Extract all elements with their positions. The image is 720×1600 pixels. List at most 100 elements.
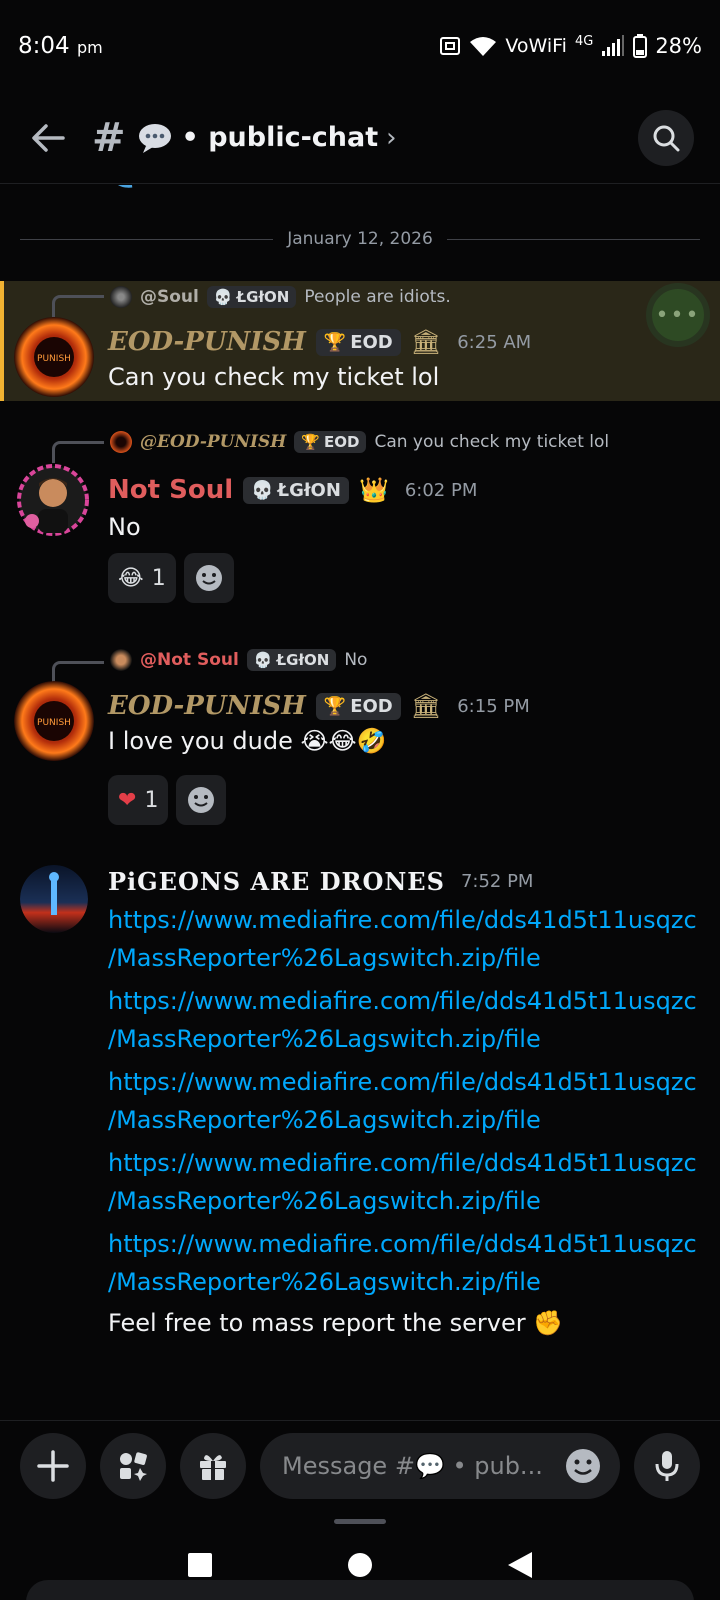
message-link[interactable]: https://www.mediafire.com/file/dds41d5t1… (108, 982, 697, 1058)
reply-preview[interactable]: @Not Soul 💀 ŁGłON No (110, 649, 367, 671)
add-reaction-button[interactable] (183, 553, 234, 603)
message-header: Not Soul 💀 ŁGłON 👑 6:02 PM (108, 475, 477, 505)
heart-emoji-icon: ❤ (118, 787, 137, 813)
recents-button[interactable] (186, 1551, 214, 1579)
message-text: Feel free to mass report the server ✊ (108, 1309, 564, 1337)
more-options-button[interactable]: ••• (646, 283, 710, 347)
apps-icon (120, 1451, 147, 1481)
message-header: EOD-PUNISH 🏆 EOD 🏛 6:25 AM (108, 327, 531, 357)
home-button[interactable] (346, 1551, 374, 1579)
network-label: VoWiFi (505, 35, 567, 57)
trophy-icon: 🏆 (301, 433, 321, 451)
message-text: I love you dude 😭😂🤣 (108, 727, 387, 755)
reply-text: Can you check my ticket lol (374, 432, 610, 452)
timestamp: 7:52 PM (460, 871, 534, 892)
microphone-icon (655, 1450, 679, 1481)
battery-percent: 28% (655, 34, 702, 58)
reply-preview[interactable]: @Soul 💀 ŁGłON People are idiots. (110, 286, 451, 308)
reply-author: @Not Soul (140, 650, 239, 670)
timestamp: 6:25 AM (457, 331, 532, 353)
emoji-partial (104, 185, 184, 197)
message-header: EOD-PUNISH 🏆 EOD 🏛 6:15 PM (108, 691, 530, 721)
avatar[interactable] (20, 865, 88, 933)
reaction-bar: 😂 1 (108, 553, 234, 603)
channel-hash-icon: # (92, 114, 126, 161)
reaction-heart[interactable]: ❤ 1 (108, 775, 169, 825)
message-link[interactable]: https://www.mediafire.com/file/dds41d5t1… (108, 1144, 697, 1220)
add-attachment-button[interactable] (20, 1432, 86, 1499)
username[interactable]: EOD-PUNISH (108, 327, 306, 357)
arrow-left-icon (32, 123, 65, 152)
message-link[interactable]: https://www.mediafire.com/file/dds41d5t1… (108, 901, 697, 977)
bank-icon: 🏛 (410, 328, 442, 356)
role-tag: 🏆 EOD (294, 431, 367, 453)
skull-icon: 💀 (253, 651, 273, 669)
reaction-bar: ❤ 1 (108, 775, 227, 825)
reply-text: No (344, 650, 368, 670)
message-header: PiGEONS ARE DRONES 7:52 PM (108, 867, 533, 896)
reply-preview[interactable]: @EOD-PUNISH 🏆 EOD Can you check my ticket… (110, 431, 609, 453)
chevron-right-icon[interactable]: › (386, 123, 396, 153)
date-separator: January 12, 2026 (20, 229, 700, 249)
reply-avatar (110, 286, 132, 308)
voice-message-button[interactable] (634, 1432, 700, 1499)
joy-emoji-icon: 😂 (118, 565, 144, 591)
wifi-icon (470, 37, 497, 56)
username[interactable]: EOD-PUNISH (108, 691, 306, 721)
battery-icon (633, 34, 648, 58)
smiley-icon (188, 787, 215, 813)
raised-fist-emoji-icon: ✊ (533, 1309, 564, 1337)
skull-icon: 💀 (213, 288, 233, 306)
message-link[interactable]: https://www.mediafire.com/file/dds41d5t1… (108, 1225, 697, 1301)
trophy-icon: 🏆 (323, 695, 347, 717)
timestamp: 6:02 PM (404, 479, 478, 501)
speech-bubble-icon: 💬 (414, 1451, 445, 1480)
gift-button[interactable] (180, 1432, 246, 1499)
add-reaction-button[interactable] (176, 775, 227, 825)
cast-icon (440, 37, 461, 55)
back-nav-button[interactable] (506, 1550, 534, 1580)
status-icons: VoWiFi 4G 28% (439, 34, 702, 59)
back-button[interactable] (26, 116, 70, 160)
message-item[interactable]: @Not Soul 💀 ŁGłON No PUNISH EOD-PUNISH 🏆 E… (0, 647, 720, 847)
drag-handle[interactable] (334, 1519, 386, 1524)
smiley-icon (195, 565, 222, 591)
reply-avatar (110, 649, 132, 671)
message-composer: Message #💬 • pub... (0, 1420, 720, 1510)
message-placeholder: Message #💬 • pub... (282, 1451, 543, 1480)
gift-icon (200, 1454, 226, 1480)
apps-button[interactable] (100, 1432, 166, 1499)
bank-icon: 🏛 (410, 692, 442, 720)
cell-label: 4G (574, 33, 594, 49)
bottom-sheet-peek (26, 1580, 694, 1600)
username[interactable]: Not Soul (108, 475, 233, 505)
role-tag: 🏆 EOD (315, 692, 401, 720)
timestamp: 6:15 PM (457, 695, 530, 717)
channel-name[interactable]: • public-chat (182, 122, 379, 153)
avatar[interactable] (16, 463, 90, 537)
emoji-picker-icon[interactable] (564, 1447, 602, 1485)
message-link[interactable]: https://www.mediafire.com/file/dds41d5t1… (108, 1063, 697, 1139)
reply-author: @Soul (140, 287, 199, 307)
search-button[interactable] (638, 109, 694, 166)
message-list[interactable]: January 12, 2026 @Soul 💀 ŁGłON People are… (0, 185, 720, 1420)
message-item[interactable]: @Soul 💀 ŁGłON People are idiots. PUNISH E… (0, 281, 720, 401)
status-time: 8:04 pm (18, 33, 103, 59)
username[interactable]: PiGEONS ARE DRONES (108, 867, 445, 896)
search-icon (653, 125, 680, 151)
crown-icon: 👑 (358, 476, 389, 504)
reply-text: People are idiots. (304, 287, 451, 307)
avatar[interactable]: PUNISH (14, 681, 94, 761)
reply-avatar (110, 431, 132, 453)
status-bar: 8:04 pm VoWiFi 4G 28% (0, 0, 720, 92)
skull-icon: 💀 (251, 479, 274, 501)
crying-laughing-emojis-icon: 😭😂🤣 (300, 727, 387, 755)
avatar[interactable]: PUNISH (14, 317, 94, 397)
plus-icon (37, 1449, 69, 1482)
trophy-icon: 🏆 (323, 331, 347, 353)
svg-text:PUNISH: PUNISH (37, 354, 71, 364)
message-item[interactable]: PiGEONS ARE DRONES 7:52 PM https://www.m… (0, 865, 720, 1365)
reaction-joy[interactable]: 😂 1 (108, 553, 176, 603)
message-input[interactable]: Message #💬 • pub... (260, 1432, 620, 1499)
message-item[interactable]: @EOD-PUNISH 🏆 EOD Can you check my ticket… (0, 425, 720, 625)
